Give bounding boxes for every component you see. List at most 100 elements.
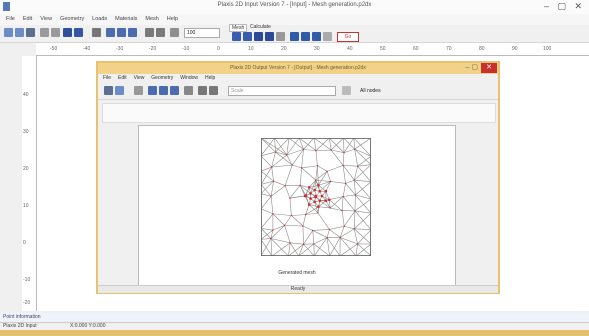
mesh-options-icon[interactable] [276, 32, 285, 41]
redo-icon[interactable] [51, 28, 60, 37]
mesh-edge [354, 210, 371, 214]
output-table-icon[interactable] [209, 86, 218, 95]
mesh-node [313, 188, 316, 192]
output-pointer-icon[interactable] [134, 86, 143, 95]
output-print-icon[interactable] [115, 86, 124, 95]
select-stress-points-icon[interactable] [312, 32, 321, 41]
output-ruler-icon[interactable] [198, 86, 207, 95]
output-status-bar: Ready [98, 285, 498, 293]
menu-file[interactable]: File [6, 16, 15, 22]
select-nodes-icon[interactable] [301, 32, 310, 41]
output-menu-file[interactable]: File [103, 75, 111, 81]
mesh-edge [339, 226, 345, 238]
menu-mesh[interactable]: Mesh [145, 16, 158, 22]
output-title-bar: Plaxis 2D Output Version 7 - [Output] - … [98, 63, 498, 74]
mesh-edge [288, 242, 291, 256]
close-button[interactable]: ✕ [481, 63, 497, 73]
pan-icon[interactable] [92, 28, 101, 37]
mesh-edge [270, 238, 291, 244]
output-toolbar: Scale All nodes [98, 83, 498, 100]
ruler-icon[interactable] [170, 28, 179, 37]
pointer-icon[interactable] [63, 28, 72, 37]
undo-icon[interactable] [40, 28, 49, 37]
output-menu-edit[interactable]: Edit [118, 75, 127, 81]
mesh-edge [270, 238, 273, 256]
mesh-edge [329, 229, 341, 238]
mesh-edge [345, 183, 356, 196]
menu-materials[interactable]: Materials [115, 16, 137, 22]
menu-geometry[interactable]: Geometry [60, 16, 84, 22]
output-menu-geometry[interactable]: Geometry [151, 75, 173, 81]
mesh-node [324, 199, 328, 203]
ruler-left-tick: -10 [23, 277, 31, 283]
mesh-edge [299, 167, 302, 186]
window-controls[interactable]: – ▢ ✕ [544, 1, 585, 12]
mesh-edge [286, 149, 304, 156]
generate-mesh-icon[interactable] [232, 32, 241, 41]
mesh-node [284, 184, 286, 187]
mesh-edge [342, 196, 356, 212]
zoom-select[interactable]: 100 [184, 28, 220, 38]
output-zoom-out-icon[interactable] [159, 86, 168, 95]
ruler-top-tick: 80 [479, 46, 485, 52]
mesh-node [307, 203, 311, 206]
go-button[interactable]: Go [337, 32, 359, 42]
output-menu-view[interactable]: View [134, 75, 145, 81]
mesh-node [354, 194, 357, 196]
mesh-node [353, 179, 356, 181]
menu-loads[interactable]: Loads [92, 16, 107, 22]
view-mesh-icon[interactable] [290, 32, 299, 41]
output-minmax-controls[interactable]: – ▢ [466, 63, 478, 71]
output-header-strip [102, 103, 496, 123]
tab-mesh[interactable]: Mesh [229, 24, 248, 32]
zoom-fit-icon[interactable] [128, 28, 137, 37]
mesh-edge [341, 196, 344, 211]
finite-element-mesh[interactable] [261, 138, 371, 256]
menu-help[interactable]: Help [167, 16, 178, 22]
output-menu-window[interactable]: Window [180, 75, 198, 81]
mesh-node [320, 194, 324, 198]
mesh-node [329, 207, 331, 209]
mesh-edge [354, 210, 371, 230]
mesh-node [313, 243, 315, 245]
output-select-icon[interactable] [184, 86, 193, 95]
mesh-node [290, 214, 293, 217]
mesh-global-icon[interactable] [254, 32, 263, 41]
mesh-edge [261, 196, 272, 209]
output-canvas[interactable]: Generated mesh [138, 125, 456, 289]
mesh-local-icon[interactable] [265, 32, 274, 41]
new-icon[interactable] [4, 28, 13, 37]
mesh-edge [271, 164, 293, 168]
save-icon[interactable] [26, 28, 35, 37]
mesh-edge [312, 230, 315, 244]
ruler-left-tick: 10 [23, 203, 29, 209]
output-save-icon[interactable] [104, 86, 113, 95]
mesh-node [356, 165, 359, 167]
output-menu-help[interactable]: Help [205, 75, 215, 81]
mesh-edge [327, 165, 344, 172]
scale-select-text: Scale [231, 88, 244, 94]
mesh-edge [342, 152, 345, 166]
ruler-left-tick: 0 [23, 240, 26, 246]
mesh-node [299, 184, 301, 187]
line-icon[interactable] [74, 28, 83, 37]
mesh-node [343, 151, 345, 154]
open-icon[interactable] [15, 28, 24, 37]
grid-icon[interactable] [145, 28, 154, 37]
mesh-edge [354, 198, 371, 212]
mesh-node [326, 236, 328, 239]
zoom-in-icon[interactable] [106, 28, 115, 37]
output-menubar: File Edit View Geometry Window Help [98, 74, 498, 83]
snap-icon[interactable] [156, 28, 165, 37]
tab-calculate[interactable]: Calculate [250, 24, 271, 30]
scale-dropdown-icon[interactable] [342, 86, 351, 95]
menu-view[interactable]: View [40, 16, 52, 22]
menu-edit[interactable]: Edit [23, 16, 32, 22]
mesh-node [342, 164, 344, 167]
scale-select[interactable]: Scale [228, 86, 336, 96]
output-zoom-in-icon[interactable] [148, 86, 157, 95]
toggle-icon[interactable] [323, 32, 332, 41]
refine-mesh-icon[interactable] [243, 32, 252, 41]
zoom-out-icon[interactable] [117, 28, 126, 37]
output-fit-icon[interactable] [170, 86, 179, 95]
